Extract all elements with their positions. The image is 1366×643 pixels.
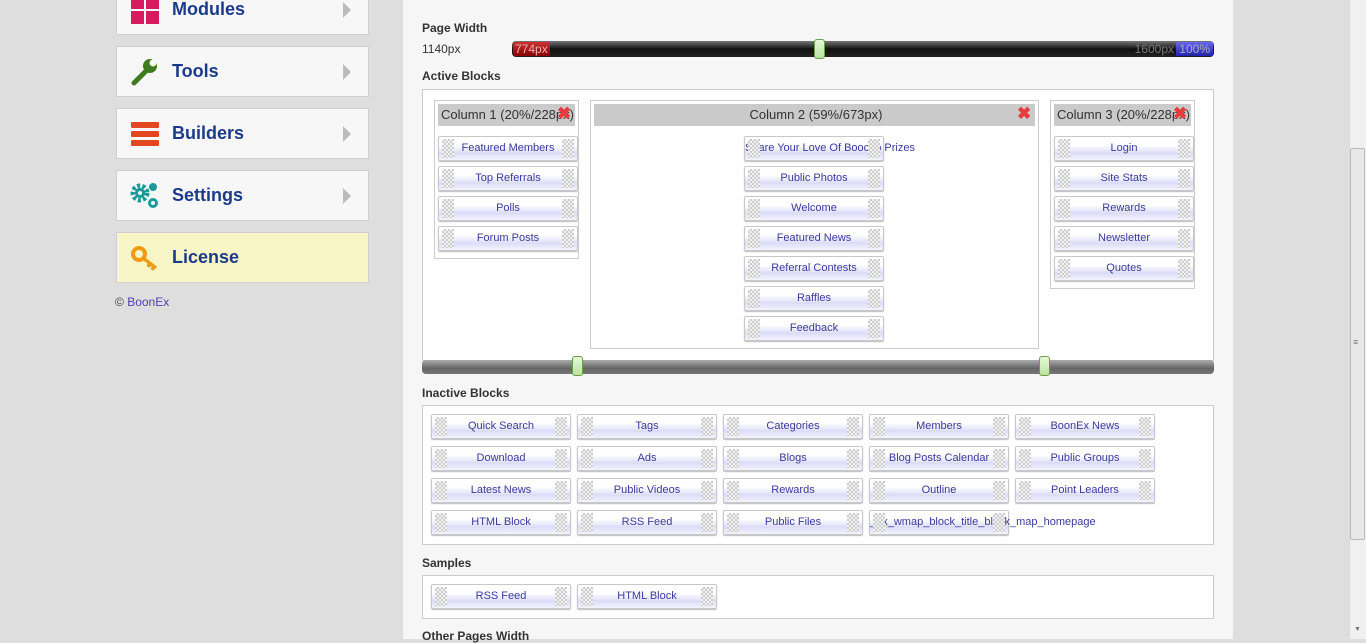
block-item[interactable]: Blogs (723, 446, 863, 471)
boonex-link[interactable]: BoonEx (127, 295, 169, 309)
block-item[interactable]: Rewards (723, 478, 863, 503)
block-item[interactable]: Featured News (744, 226, 884, 251)
sidebar-item-label: Builders (172, 123, 245, 143)
block-item[interactable]: Public Videos (577, 478, 717, 503)
block-item[interactable]: _bx_wmap_block_title_block_map_homepage (869, 510, 1096, 535)
sidebar-item-label: Tools (172, 61, 219, 81)
chevron-right-icon (343, 187, 351, 204)
column-header: Column 1 (20%/228px) (438, 104, 575, 126)
other-pages-width-heading: Other Pages Width (422, 629, 530, 643)
sidebar-item-settings[interactable]: Settings (116, 170, 369, 221)
block-item[interactable]: Referral Contests (744, 256, 884, 281)
block-item[interactable]: Featured Members (438, 136, 578, 161)
scroll-down-arrow-icon[interactable]: ▼ (1354, 626, 1361, 633)
sidebar-item-label: Modules (172, 0, 246, 19)
close-icon[interactable]: ✖ (1173, 105, 1187, 123)
block-item[interactable]: Point Leaders (1015, 478, 1155, 503)
block-item[interactable]: Top Referrals (438, 166, 578, 191)
block-item[interactable]: Newsletter (1054, 226, 1194, 251)
column-divider-handle[interactable] (572, 356, 583, 376)
sidebar-item-license[interactable]: License (116, 232, 369, 283)
copyright: © BoonEx (115, 295, 169, 309)
slider-max-label: 1600px (1134, 42, 1174, 56)
builders-icon (130, 119, 160, 149)
block-item[interactable]: Site Stats (1054, 166, 1194, 191)
active-blocks-heading: Active Blocks (422, 69, 501, 83)
chevron-right-icon (343, 63, 351, 80)
slider-min-label: 774px (513, 42, 550, 56)
scrollbar-grip-icon: ≡ (1353, 337, 1359, 347)
block-item[interactable]: Feedback (744, 316, 884, 341)
copyright-symbol: © (115, 295, 124, 309)
inactive-blocks-area: Quick Search Tags Categories Members BoonEx … (422, 405, 1214, 545)
modules-icon (130, 0, 160, 25)
sidebar-item-modules[interactable]: Modules (116, 0, 369, 35)
chevron-right-icon (343, 1, 351, 18)
block-item[interactable]: Polls (438, 196, 578, 221)
block-item[interactable]: Latest News (431, 478, 571, 503)
chevron-right-icon (343, 125, 351, 142)
column-header: Column 3 (20%/228px) (1054, 104, 1191, 126)
block-item[interactable]: Outline (869, 478, 1009, 503)
column-divider-handle[interactable] (1039, 356, 1050, 376)
sidebar-item-tools[interactable]: Tools (116, 46, 369, 97)
block-item[interactable]: Raffles (744, 286, 884, 311)
page-width-value: 1140px (422, 42, 461, 56)
slider-percent-label: 100% (1176, 42, 1213, 56)
block-item[interactable]: RSS Feed (431, 584, 571, 609)
page-width-slider[interactable]: 774px 1600px 100% (512, 41, 1214, 57)
block-item[interactable]: RSS Feed (577, 510, 717, 535)
block-item[interactable]: Forum Posts (438, 226, 578, 251)
block-item[interactable]: Quotes (1054, 256, 1194, 281)
block-item[interactable]: Categories (723, 414, 863, 439)
block-item[interactable]: Login (1054, 136, 1194, 161)
block-item[interactable]: Quick Search (431, 414, 571, 439)
block-item[interactable]: Download (431, 446, 571, 471)
sidebar-item-builders[interactable]: Builders (116, 108, 369, 159)
page-width-slider-handle[interactable] (814, 39, 825, 59)
block-item[interactable]: HTML Block (431, 510, 571, 535)
column-3: Column 3 (20%/228px) ✖ Login Site Stats Re… (1050, 100, 1195, 289)
column-2: Column 2 (59%/673px) ✖ Share Your Love O… (590, 100, 1039, 349)
inactive-blocks-heading: Inactive Blocks (422, 386, 510, 400)
sidebar-item-label: Settings (172, 185, 244, 205)
page-width-heading: Page Width (422, 21, 488, 35)
block-item[interactable]: Members (869, 414, 1009, 439)
gears-icon (130, 181, 160, 211)
column-header: Column 2 (59%/673px) (594, 104, 1035, 126)
block-item[interactable]: Tags (577, 414, 717, 439)
block-item[interactable]: Public Groups (1015, 446, 1155, 471)
sidebar-item-label: License (172, 247, 240, 267)
block-item[interactable]: Rewards (1054, 196, 1194, 221)
block-item[interactable]: Share Your Love Of Boocoo Prizes (744, 136, 915, 161)
block-item[interactable]: BoonEx News (1015, 414, 1155, 439)
key-icon (130, 243, 160, 273)
close-icon[interactable]: ✖ (1017, 105, 1031, 123)
block-item[interactable]: HTML Block (577, 584, 717, 609)
block-item[interactable]: Ads (577, 446, 717, 471)
column-width-slider[interactable] (422, 360, 1214, 374)
block-item[interactable]: Welcome (744, 196, 884, 221)
column-1: Column 1 (20%/228px) ✖ Featured Members T… (434, 100, 579, 259)
block-item[interactable]: Public Files (723, 510, 863, 535)
wrench-icon (130, 57, 160, 87)
samples-area: RSS Feed HTML Block (422, 575, 1214, 619)
close-icon[interactable]: ✖ (557, 105, 571, 123)
block-item[interactable]: Blog Posts Calendar (869, 446, 1009, 471)
block-item[interactable]: Public Photos (744, 166, 884, 191)
samples-heading: Samples (422, 556, 472, 570)
